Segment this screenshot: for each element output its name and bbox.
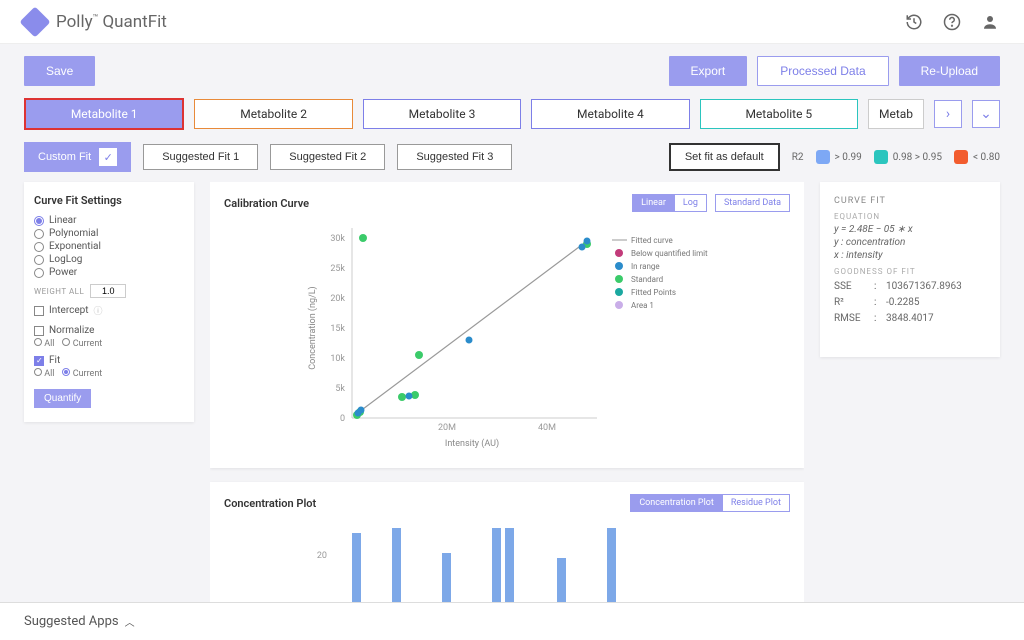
tabs-next-button[interactable]: ›: [934, 100, 962, 128]
radio-loglog[interactable]: LogLog: [34, 254, 184, 265]
weight-input[interactable]: [90, 284, 126, 298]
chevron-up-icon: ︿: [125, 614, 135, 629]
rmse-row: RMSE:3848.4017: [834, 313, 986, 324]
tab-metabolite-3[interactable]: Metabolite 3: [363, 99, 521, 129]
app-logo: [19, 6, 50, 37]
pill-standard-data[interactable]: Standard Data: [715, 194, 790, 212]
suggested-apps-bar[interactable]: Suggested Apps ︿: [0, 602, 1024, 640]
weight-all-row: WEIGHT ALL: [34, 284, 184, 298]
r2-row: R²:-0.2285: [834, 297, 986, 308]
quantify-button[interactable]: Quantify: [34, 389, 91, 408]
calibration-curve-card: Calibration Curve Linear Log Standard Da…: [210, 182, 804, 468]
plot-toggle[interactable]: Concentration Plot Residue Plot: [630, 494, 790, 512]
processed-data-button[interactable]: Processed Data: [757, 56, 888, 86]
calibration-curve-chart: 0 5k 10k 15k 20k 25k 30k 20M 40M Intensi…: [224, 218, 790, 453]
r2-legend-med: 0.98 > 0.95: [874, 150, 942, 164]
svg-text:Standard: Standard: [631, 275, 663, 284]
fit-all[interactable]: All: [34, 368, 54, 379]
check-icon: ✓: [99, 148, 117, 166]
radio-polynomial[interactable]: Polynomial: [34, 228, 184, 239]
svg-text:20k: 20k: [330, 294, 345, 304]
radio-exponential[interactable]: Exponential: [34, 241, 184, 252]
set-fit-default-button[interactable]: Set fit as default: [669, 143, 780, 171]
svg-text:5k: 5k: [335, 384, 345, 394]
calibration-title: Calibration Curve: [224, 197, 309, 210]
app-title: Polly™ QuantFit: [56, 12, 167, 32]
radio-linear[interactable]: Linear: [34, 215, 184, 226]
svg-text:Fitted Points: Fitted Points: [631, 288, 676, 297]
svg-text:In range: In range: [631, 262, 660, 271]
suggested-fit-1-button[interactable]: Suggested Fit 1: [143, 144, 258, 170]
scale-toggle[interactable]: Linear Log: [632, 194, 707, 212]
r2-label: R2: [792, 152, 804, 163]
tab-metabolite-4[interactable]: Metabolite 4: [531, 99, 689, 129]
curve-fit-info-panel: CURVE FIT EQUATION y = 2.48E − 05 ∗ x y …: [820, 182, 1000, 357]
custom-fit-button[interactable]: Custom Fit ✓: [24, 142, 131, 172]
checkbox-fit[interactable]: Fit: [34, 355, 184, 366]
svg-text:25k: 25k: [330, 264, 345, 274]
help-icon[interactable]: [942, 12, 962, 32]
pill-log[interactable]: Log: [674, 194, 707, 212]
svg-text:Intensity (AU): Intensity (AU): [445, 438, 499, 449]
r2-legend-low: < 0.80: [954, 150, 1000, 164]
svg-text:0: 0: [340, 414, 345, 424]
curve-fit-settings-panel: Curve Fit Settings Linear Polynomial Exp…: [24, 182, 194, 422]
history-icon[interactable]: [904, 12, 924, 32]
tab-metabolite-2[interactable]: Metabolite 2: [194, 99, 352, 129]
pill-linear[interactable]: Linear: [632, 194, 674, 212]
reupload-button[interactable]: Re-Upload: [899, 56, 1000, 86]
pill-concentration[interactable]: Concentration Plot: [630, 494, 722, 512]
sse-row: SSE:103671367.8963: [834, 281, 986, 292]
svg-text:10k: 10k: [330, 354, 345, 364]
pill-residue[interactable]: Residue Plot: [722, 494, 790, 512]
tab-metabolite-6-truncated[interactable]: Metab: [868, 99, 924, 129]
settings-title: Curve Fit Settings: [34, 194, 184, 207]
fit-current[interactable]: Current: [62, 368, 102, 379]
curve-fit-heading: CURVE FIT: [834, 196, 986, 206]
checkbox-intercept[interactable]: Intercept ⓘ: [34, 304, 184, 317]
svg-text:20: 20: [317, 551, 327, 561]
user-icon[interactable]: [980, 12, 1000, 32]
r2-legend-high: > 0.99: [816, 150, 862, 164]
normalize-all[interactable]: All: [34, 338, 54, 349]
svg-text:40M: 40M: [538, 423, 556, 433]
tab-metabolite-1[interactable]: Metabolite 1: [24, 98, 184, 130]
normalize-current[interactable]: Current: [62, 338, 102, 349]
svg-text:20M: 20M: [438, 423, 456, 433]
suggested-fit-2-button[interactable]: Suggested Fit 2: [270, 144, 385, 170]
svg-text:Below quantified limit: Below quantified limit: [631, 249, 708, 258]
svg-text:Area 1: Area 1: [631, 301, 654, 310]
svg-text:Fitted curve: Fitted curve: [631, 236, 673, 245]
tab-metabolite-5[interactable]: Metabolite 5: [700, 99, 858, 129]
svg-text:30k: 30k: [330, 234, 345, 244]
checkbox-normalize[interactable]: Normalize: [34, 325, 184, 336]
suggested-fit-3-button[interactable]: Suggested Fit 3: [397, 144, 512, 170]
radio-power[interactable]: Power: [34, 267, 184, 278]
save-button[interactable]: Save: [24, 56, 95, 86]
svg-text:15k: 15k: [330, 324, 345, 334]
tabs-dropdown-button[interactable]: ⌄: [972, 100, 1000, 128]
export-button[interactable]: Export: [669, 56, 748, 86]
concentration-title: Concentration Plot: [224, 497, 316, 510]
svg-text:Concentration (ng/L): Concentration (ng/L): [307, 286, 318, 369]
